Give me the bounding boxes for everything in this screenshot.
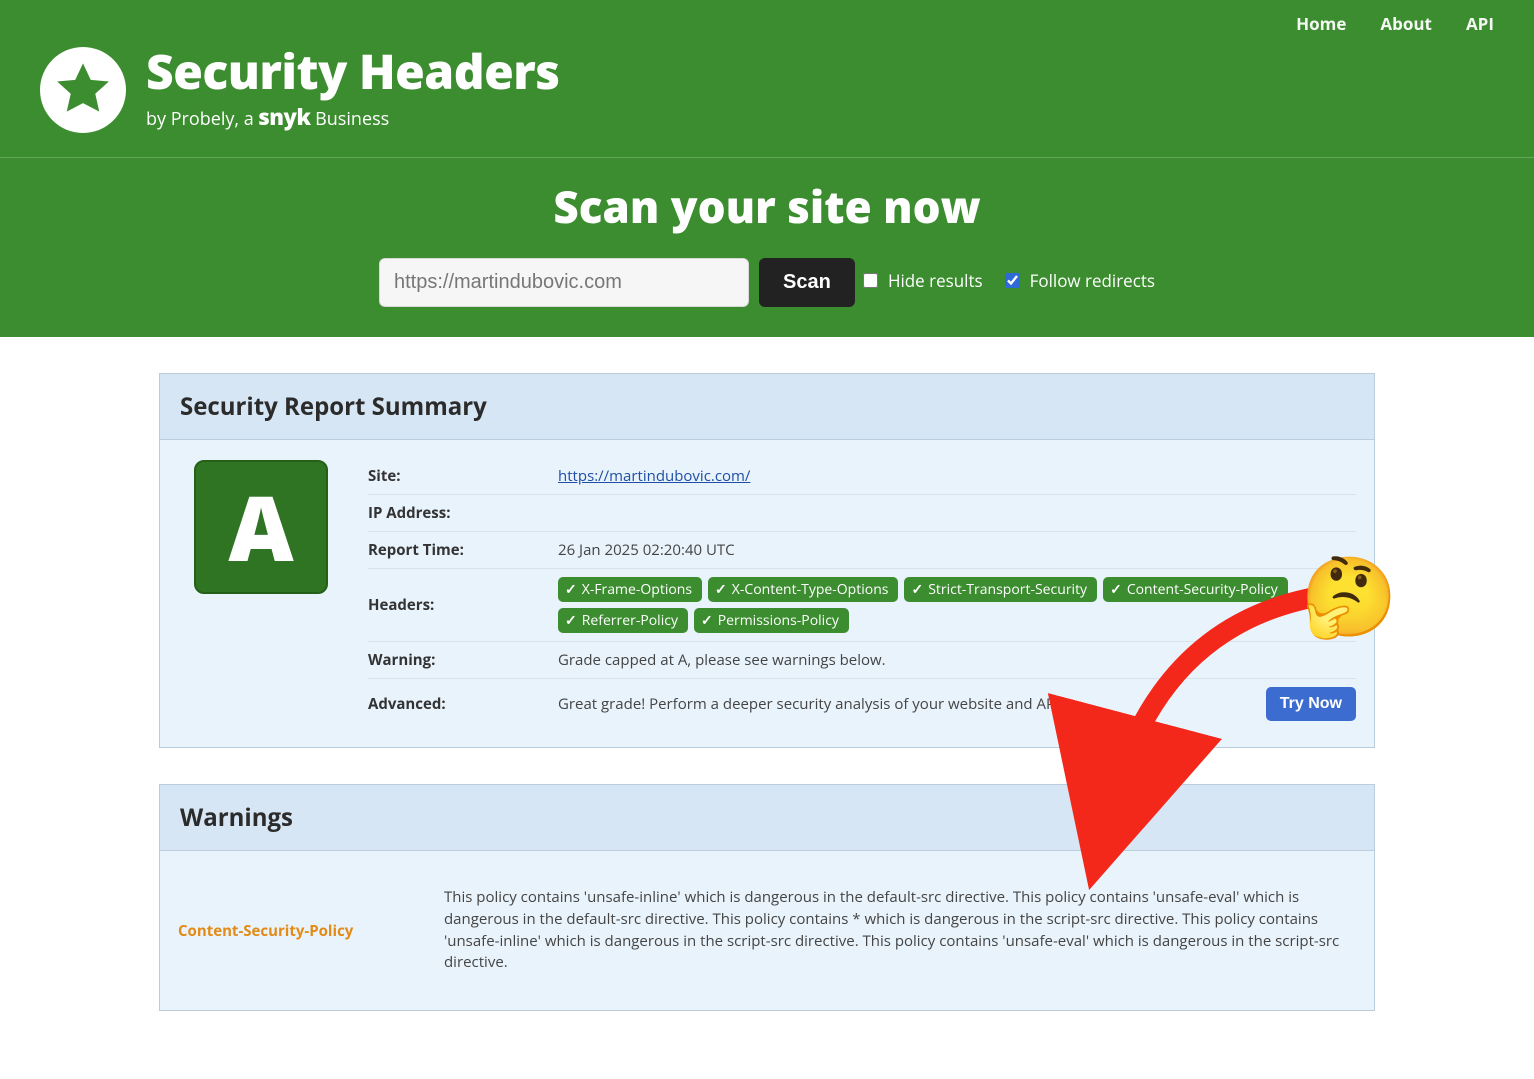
check-icon: ✓ xyxy=(701,611,713,630)
grade-badge: A xyxy=(194,460,328,594)
label-ip: IP Address: xyxy=(368,503,558,523)
warning-text: This policy contains 'unsafe-inline' whi… xyxy=(444,887,1356,974)
nav-about[interactable]: About xyxy=(1380,12,1432,35)
header-pill: ✓X-Content-Type-Options xyxy=(708,577,898,602)
check-icon: ✓ xyxy=(911,580,923,599)
warnings-title: Warnings xyxy=(160,785,1374,851)
check-icon: ✓ xyxy=(715,580,727,599)
header-pill: ✓Strict-Transport-Security xyxy=(904,577,1097,602)
check-icon: ✓ xyxy=(565,611,577,630)
warnings-panel: Warnings Content-Security-Policy This po… xyxy=(159,784,1375,1011)
site-link[interactable]: https://martindubovic.com/ xyxy=(558,466,750,486)
follow-redirects-checkbox[interactable] xyxy=(1005,273,1020,288)
headers-pills: ✓X-Frame-Options ✓X-Content-Type-Options… xyxy=(558,577,1356,633)
scan-heading: Scan your site now xyxy=(20,176,1514,236)
brand-title: Security Headers xyxy=(146,48,560,96)
check-icon: ✓ xyxy=(565,580,577,599)
label-site: Site: xyxy=(368,466,558,486)
header-pill: ✓Content-Security-Policy xyxy=(1103,577,1288,602)
label-advanced: Advanced: xyxy=(368,694,558,714)
value-advanced: Great grade! Perform a deeper security a… xyxy=(558,694,1070,714)
summary-title: Security Report Summary xyxy=(160,374,1374,440)
value-report-time: 26 Jan 2025 02:20:40 UTC xyxy=(558,540,1356,560)
try-now-button[interactable]: Try Now xyxy=(1266,687,1356,721)
header-pill: ✓Permissions-Policy xyxy=(694,608,849,633)
scan-url-input[interactable] xyxy=(379,258,749,307)
warning-name: Content-Security-Policy xyxy=(178,921,424,941)
top-nav: Home About API xyxy=(0,0,1534,43)
header-pill: ✓X-Frame-Options xyxy=(558,577,702,602)
scan-button[interactable]: Scan xyxy=(759,258,855,307)
hide-results-option[interactable]: Hide results xyxy=(859,269,983,292)
label-report-time: Report Time: xyxy=(368,540,558,560)
label-warning: Warning: xyxy=(368,650,558,670)
summary-panel: Security Report Summary A Site: https://… xyxy=(159,373,1375,748)
nav-home[interactable]: Home xyxy=(1296,12,1346,35)
check-icon: ✓ xyxy=(1110,580,1122,599)
brand: Security Headers by Probely, a snyk Busi… xyxy=(0,43,1534,158)
value-warning: Grade capped at A, please see warnings b… xyxy=(558,650,1356,670)
follow-redirects-option[interactable]: Follow redirects xyxy=(1001,269,1155,292)
hide-results-checkbox[interactable] xyxy=(863,273,878,288)
star-logo-icon xyxy=(40,47,126,133)
header-pill: ✓Referrer-Policy xyxy=(558,608,688,633)
label-headers: Headers: xyxy=(368,595,558,615)
brand-subtitle: by Probely, a snyk Business xyxy=(146,102,560,132)
nav-api[interactable]: API xyxy=(1466,12,1494,35)
